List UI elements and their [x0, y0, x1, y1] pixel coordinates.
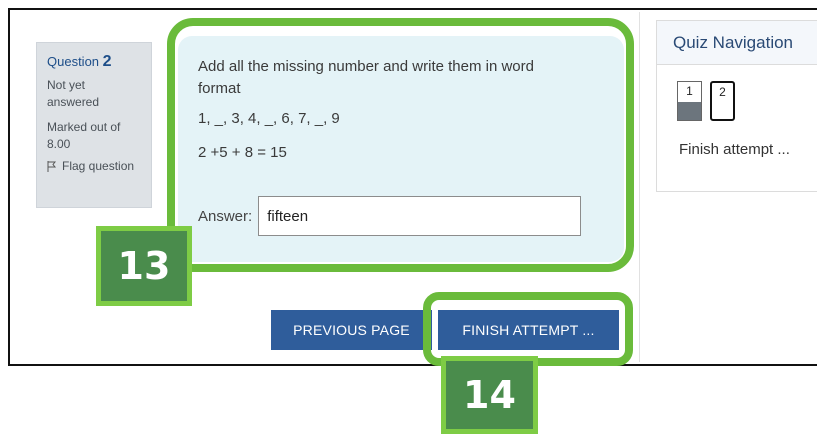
flag-question-label: Flag question: [62, 159, 135, 173]
flag-icon: [47, 160, 57, 172]
finish-attempt-link[interactable]: Finish attempt ...: [679, 141, 790, 158]
nav-question-2[interactable]: 2: [710, 81, 735, 121]
previous-page-button[interactable]: PREVIOUS PAGE: [271, 310, 432, 350]
question-info-box: Question 2 Not yet answered Marked out o…: [36, 42, 152, 208]
question-state: Not yet answered: [47, 77, 141, 111]
highlight-box-14: [423, 292, 633, 366]
quiz-navigation-title: Quiz Navigation: [657, 21, 817, 65]
callout-badge-13: 13: [96, 226, 192, 306]
callout-badge-14: 14: [441, 356, 538, 434]
nav-question-1[interactable]: 1: [677, 81, 702, 121]
mark-line-2: 8.00: [47, 137, 71, 151]
flag-question-link[interactable]: Flag question: [47, 159, 141, 173]
mark-line-1: Marked out of: [47, 120, 121, 134]
answered-fill: [678, 102, 701, 120]
state-line-1: Not yet: [47, 78, 86, 92]
quiz-navigation-buttons: 1 2: [677, 81, 735, 121]
question-grade: Marked out of 8.00: [47, 119, 141, 153]
nav-question-2-label: 2: [719, 85, 726, 99]
highlight-box-13: [167, 18, 634, 272]
quiz-navigation-block: Quiz Navigation 1 2 Finish attempt ...: [656, 20, 817, 192]
question-number-line: Question 2: [47, 53, 141, 71]
nav-question-1-label: 1: [686, 84, 693, 98]
state-line-2: answered: [47, 95, 100, 109]
question-number: 2: [102, 53, 112, 70]
question-label: Question: [47, 54, 100, 69]
